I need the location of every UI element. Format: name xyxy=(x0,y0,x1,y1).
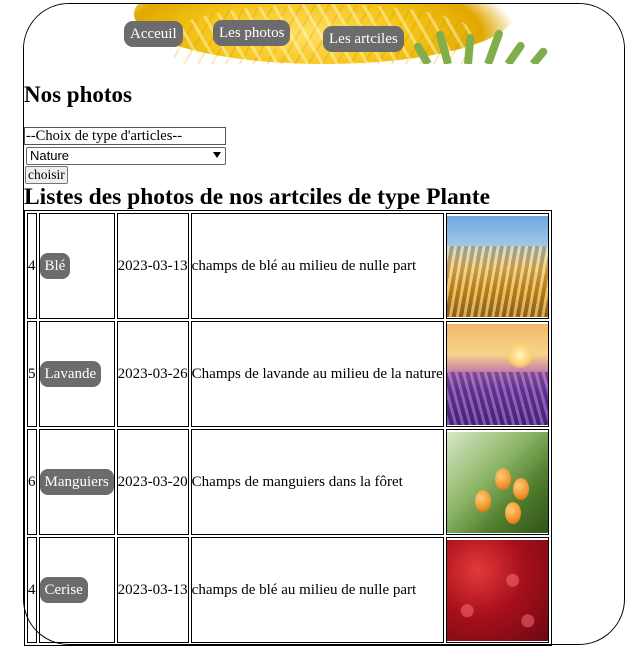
article-name-button[interactable]: Manguiers xyxy=(39,469,114,495)
nav-articles-button[interactable]: Les artciles xyxy=(323,26,404,52)
cherries-photo xyxy=(446,539,548,641)
row-description: champs de blé au milieu de nulle part xyxy=(190,213,444,319)
row-description: champs de blé au milieu de nulle part xyxy=(190,537,444,643)
row-id: 4 xyxy=(27,537,37,643)
row-description: Champs de manguiers dans la fôret xyxy=(190,429,444,535)
row-date: 2023-03-20 xyxy=(116,429,189,535)
table-row: 4 Blé 2023-03-13 champs de blé au milieu… xyxy=(27,213,549,319)
row-date: 2023-03-26 xyxy=(116,321,189,427)
nav-accueil-button[interactable]: Acceuil xyxy=(124,21,183,47)
table-row: 5 Lavande 2023-03-26 Champs de lavande a… xyxy=(27,321,549,427)
row-date: 2023-03-13 xyxy=(116,213,189,319)
list-title: Listes des photos de nos artciles de typ… xyxy=(24,184,491,210)
article-name-button[interactable]: Cerise xyxy=(39,577,88,603)
mango-tree-photo xyxy=(446,431,548,533)
wheat-field-photo xyxy=(446,215,548,317)
chevron-down-icon xyxy=(211,148,225,164)
choose-button[interactable]: choisir xyxy=(25,166,68,184)
row-id: 6 xyxy=(27,429,37,535)
article-name-button[interactable]: Blé xyxy=(39,253,71,279)
row-id: 5 xyxy=(27,321,37,427)
type-select-label: --Choix de type d'articles-- xyxy=(24,127,226,145)
row-date: 2023-03-13 xyxy=(116,537,189,643)
table-row: 4 Cerise 2023-03-13 champs de blé au mil… xyxy=(27,537,549,643)
type-select-value: Nature xyxy=(30,148,70,163)
article-name-button[interactable]: Lavande xyxy=(39,361,102,387)
lavender-field-photo xyxy=(446,323,548,425)
page-title: Nos photos xyxy=(24,82,133,107)
row-id: 4 xyxy=(27,213,37,319)
type-select[interactable]: Nature xyxy=(26,147,226,165)
row-description: Champs de lavande au milieu de la nature xyxy=(190,321,444,427)
photos-table: 4 Blé 2023-03-13 champs de blé au milieu… xyxy=(24,210,552,646)
table-row: 6 Manguiers 2023-03-20 Champs de manguie… xyxy=(27,429,549,535)
nav-photos-button[interactable]: Les photos xyxy=(213,20,291,46)
